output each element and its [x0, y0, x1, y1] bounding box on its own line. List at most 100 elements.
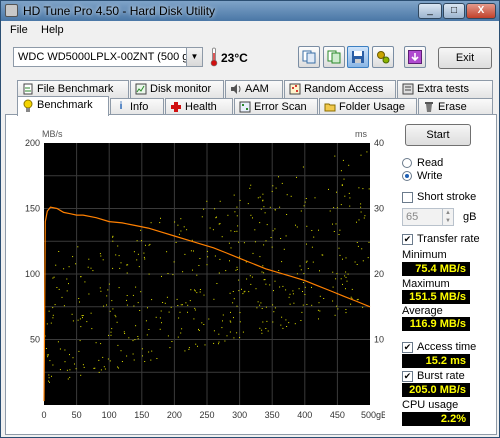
access-time-point — [302, 304, 304, 306]
drive-select[interactable]: WDC WD5000LPLX-00ZNT (500 gB) ▼ — [13, 47, 203, 67]
read-radio[interactable] — [402, 158, 412, 168]
access-time-point — [259, 304, 261, 306]
random-access-icon — [289, 83, 301, 95]
access-time-point — [193, 318, 195, 320]
short-stroke-checkbox[interactable] — [402, 192, 413, 203]
burst-rate-value: 205.0 MB/s — [402, 383, 470, 397]
exit-button[interactable]: Exit — [438, 47, 492, 69]
access-time-point — [194, 309, 196, 311]
spinner-arrows-icon[interactable]: ▲ ▼ — [442, 209, 453, 225]
access-time-point — [140, 291, 142, 293]
access-time-point — [203, 294, 205, 296]
menu-help[interactable]: Help — [41, 24, 64, 36]
tab-disk-monitor[interactable]: Disk monitor — [130, 80, 224, 98]
access-time-point — [133, 305, 135, 307]
access-time-point — [360, 206, 362, 208]
access-time-point — [72, 357, 74, 359]
access-time-point — [271, 190, 273, 192]
access-time-point — [126, 295, 128, 296]
access-time-point — [298, 288, 300, 290]
access-time-point — [288, 322, 290, 324]
average-label: Average — [402, 305, 443, 317]
access-time-point — [182, 271, 184, 273]
access-time-point — [247, 203, 249, 205]
x-tick-label: 400 — [297, 410, 312, 420]
window-title: HD Tune Pro 4.50 - Hard Disk Utility — [23, 4, 216, 18]
access-time-checkbox[interactable]: ✔ — [402, 342, 413, 353]
close-button[interactable]: X — [466, 3, 496, 19]
toolbar: WDC WD5000LPLX-00ZNT (500 gB) ▼ 23°C Exi… — [1, 39, 499, 75]
access-time-point — [124, 333, 126, 334]
access-time-point — [221, 236, 223, 238]
access-time-point — [63, 305, 65, 307]
access-time-point — [261, 308, 263, 309]
access-time-point — [162, 302, 164, 303]
access-time-point — [350, 296, 352, 298]
access-time-point — [300, 210, 302, 212]
start-button[interactable]: Start — [405, 124, 471, 146]
access-time-point — [219, 200, 221, 202]
access-time-point — [250, 283, 252, 285]
access-time-point — [84, 281, 86, 283]
tab-random-access[interactable]: Random Access — [284, 80, 396, 98]
access-time-point — [64, 349, 66, 351]
cpu-usage-value: 2.2% — [402, 412, 470, 426]
access-time-point — [117, 366, 118, 368]
access-time-point — [335, 278, 337, 280]
save-button[interactable] — [347, 46, 369, 68]
access-time-point — [263, 244, 265, 246]
short-stroke-size-value: 65 — [406, 211, 419, 223]
access-time-point — [234, 211, 236, 213]
copy-text-button[interactable] — [298, 46, 320, 68]
access-time-point — [242, 331, 244, 333]
download-button[interactable] — [404, 46, 426, 68]
tab-extra-tests[interactable]: Extra tests — [397, 80, 493, 98]
access-time-point — [290, 195, 292, 197]
access-time-point — [54, 304, 56, 306]
access-time-point — [300, 320, 302, 321]
access-time-point — [180, 332, 182, 334]
menu-file[interactable]: File — [10, 24, 28, 36]
chevron-down-icon[interactable]: ▼ — [186, 48, 202, 66]
access-time-point — [269, 206, 271, 208]
access-time-point — [348, 192, 350, 194]
access-time-point — [236, 305, 238, 307]
access-time-point — [148, 273, 150, 275]
access-time-point — [368, 241, 370, 243]
access-time-point — [281, 182, 283, 184]
access-time-point — [367, 257, 369, 259]
copy-screen-button[interactable] — [323, 46, 345, 68]
write-radio[interactable] — [402, 171, 412, 181]
access-time-point — [249, 275, 251, 277]
access-time-point — [243, 291, 245, 293]
y-right-tick-label: 40 — [374, 138, 384, 148]
options-button[interactable] — [372, 46, 394, 68]
access-time-point — [99, 253, 101, 255]
short-stroke-size-input[interactable]: 65 ▲ ▼ — [402, 208, 454, 226]
access-time-point — [279, 286, 281, 288]
access-time-point — [319, 270, 320, 272]
access-time-point — [219, 258, 221, 260]
access-time-point — [143, 256, 145, 258]
maximize-button[interactable]: □ — [443, 3, 465, 19]
access-time-point — [47, 356, 49, 358]
read-radio-label: Read — [417, 157, 444, 169]
transfer-rate-label: Transfer rate — [417, 233, 480, 245]
access-time-point — [232, 291, 234, 292]
x-tick-label: 350 — [265, 410, 280, 420]
access-time-point — [344, 275, 346, 277]
tab-aam[interactable]: AAM — [225, 80, 283, 98]
minimize-button[interactable]: _ — [418, 3, 442, 19]
access-time-point — [218, 272, 220, 274]
access-time-point — [340, 170, 342, 172]
access-time-point — [262, 265, 264, 267]
access-time-point — [259, 222, 261, 224]
access-time-point — [238, 241, 240, 243]
health-cross-icon — [170, 101, 182, 113]
transfer-rate-checkbox[interactable]: ✔ — [402, 234, 413, 245]
tab-benchmark[interactable]: Benchmark — [17, 96, 109, 116]
access-time-point — [107, 358, 109, 360]
tab-info-label: Info — [130, 101, 149, 113]
access-time-point — [246, 278, 248, 280]
burst-rate-checkbox[interactable]: ✔ — [402, 371, 413, 382]
